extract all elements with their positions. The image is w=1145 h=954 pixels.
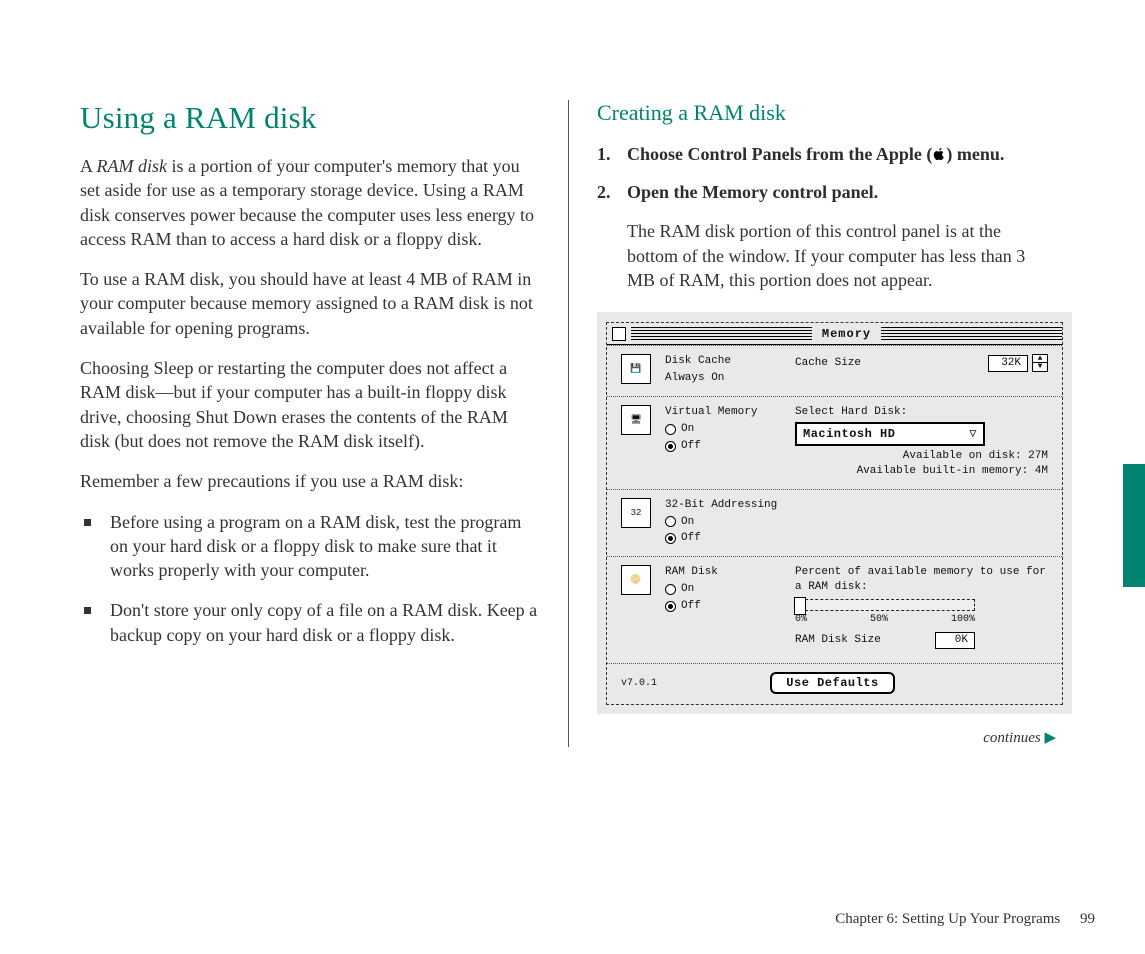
ramdisk-on-text: On	[681, 582, 694, 597]
p1-italic: RAM disk	[97, 156, 167, 176]
pct-50: 50%	[870, 613, 888, 627]
titlebar-pattern	[631, 327, 812, 341]
window-titlebar: Memory	[607, 323, 1062, 345]
p1-a: A	[80, 156, 97, 176]
pct-label: Percent of available memory to use for a…	[795, 565, 1048, 595]
close-box-icon[interactable]	[612, 327, 626, 341]
step-1-text-end: ) menu.	[946, 144, 1004, 164]
intro-paragraph-1: A RAM disk is a portion of your computer…	[80, 154, 540, 251]
bullet-2: Don't store your only copy of a file on …	[80, 598, 540, 647]
main-heading: Using a RAM disk	[80, 100, 540, 136]
dropdown-arrow-icon: ▽	[969, 426, 977, 442]
step-1: Choose Control Panels from the Apple ( ) …	[597, 142, 1056, 168]
vm-off-radio[interactable]: Off	[665, 439, 795, 454]
intro-paragraph-3: Choosing Sleep or restarting the compute…	[80, 356, 540, 453]
addr-on-text: On	[681, 515, 694, 530]
addressing-section: 32 32-Bit Addressing On Off	[607, 489, 1062, 557]
continues-text: continues	[983, 730, 1041, 746]
right-column: Creating a RAM disk Choose Control Panel…	[568, 100, 1056, 747]
chapter-label: Chapter 6: Setting Up Your Programs	[835, 911, 1060, 927]
addr-off-text: Off	[681, 531, 701, 546]
page-footer: Chapter 6: Setting Up Your Programs 99	[835, 911, 1095, 928]
memory-control-panel-figure: Memory 💾 Disk Cache Always On Cache Size	[597, 312, 1072, 714]
continues-indicator: continues ▶	[597, 728, 1056, 747]
sub-heading: Creating a RAM disk	[597, 100, 1056, 126]
window-title: Memory	[812, 327, 881, 341]
pct-100: 100%	[951, 613, 975, 627]
ramdisk-icon: 📀	[621, 565, 651, 595]
vm-on-text: On	[681, 422, 694, 437]
vm-off-text: Off	[681, 439, 701, 454]
hd-select[interactable]: Macintosh HD ▽	[795, 422, 985, 446]
ramdisk-label: RAM Disk	[665, 565, 795, 580]
vm-label: Virtual Memory	[665, 405, 795, 420]
addr-on-radio[interactable]: On	[665, 515, 795, 530]
page-number: 99	[1080, 911, 1095, 927]
titlebar-pattern	[881, 327, 1062, 341]
left-column: Using a RAM disk A RAM disk is a portion…	[80, 100, 568, 747]
available-memory: Available built-in memory: 4M	[795, 464, 1048, 479]
ramdisk-off-radio[interactable]: Off	[665, 599, 795, 614]
version-label: v7.0.1	[621, 678, 657, 689]
ramdisk-slider[interactable]	[795, 599, 975, 611]
cache-size-label: Cache Size	[795, 356, 861, 371]
continues-arrow-icon: ▶	[1044, 730, 1056, 746]
step-note: The RAM disk portion of this control pan…	[627, 219, 1056, 292]
disk-cache-icon: 💾	[621, 354, 651, 384]
addr-label: 32-Bit Addressing	[665, 498, 795, 513]
ramdisk-size-field: 0K	[935, 632, 975, 649]
addr-off-radio[interactable]: Off	[665, 531, 795, 546]
disk-cache-label: Disk Cache	[665, 354, 795, 369]
steps-list: Choose Control Panels from the Apple ( ) …	[597, 142, 1056, 205]
step-1-text: Choose Control Panels from the Apple (	[627, 144, 932, 164]
disk-cache-section: 💾 Disk Cache Always On Cache Size 32K ▲▼	[607, 345, 1062, 396]
step-2: Open the Memory control panel.	[597, 180, 1056, 205]
apple-icon	[932, 143, 946, 168]
pct-0: 0%	[795, 613, 807, 627]
intro-paragraph-2: To use a RAM disk, you should have at le…	[80, 267, 540, 340]
ramdisk-on-radio[interactable]: On	[665, 582, 795, 597]
virtual-memory-section: 🖥 Virtual Memory On Off Select Hard Disk…	[607, 396, 1062, 489]
ramdisk-size-label: RAM Disk Size	[795, 633, 881, 648]
use-defaults-button[interactable]: Use Defaults	[770, 672, 894, 694]
addressing-icon: 32	[621, 498, 651, 528]
virtual-memory-icon: 🖥	[621, 405, 651, 435]
bullet-1: Before using a program on a RAM disk, te…	[80, 510, 540, 583]
slider-thumb-icon[interactable]	[794, 597, 806, 615]
ramdisk-off-text: Off	[681, 599, 701, 614]
precautions-list: Before using a program on a RAM disk, te…	[80, 510, 540, 647]
hd-select-label: Select Hard Disk:	[795, 405, 1048, 420]
page-side-tab	[1123, 464, 1145, 587]
disk-cache-sub: Always On	[665, 371, 795, 386]
cache-size-stepper[interactable]: ▲▼	[1032, 354, 1048, 372]
cache-size-field[interactable]: 32K	[988, 355, 1028, 372]
intro-paragraph-4: Remember a few precautions if you use a …	[80, 469, 540, 493]
hd-select-value: Macintosh HD	[803, 426, 895, 442]
ramdisk-section: 📀 RAM Disk On Off Percent of available m…	[607, 556, 1062, 663]
available-on-disk: Available on disk: 27M	[795, 449, 1048, 464]
vm-on-radio[interactable]: On	[665, 422, 795, 437]
